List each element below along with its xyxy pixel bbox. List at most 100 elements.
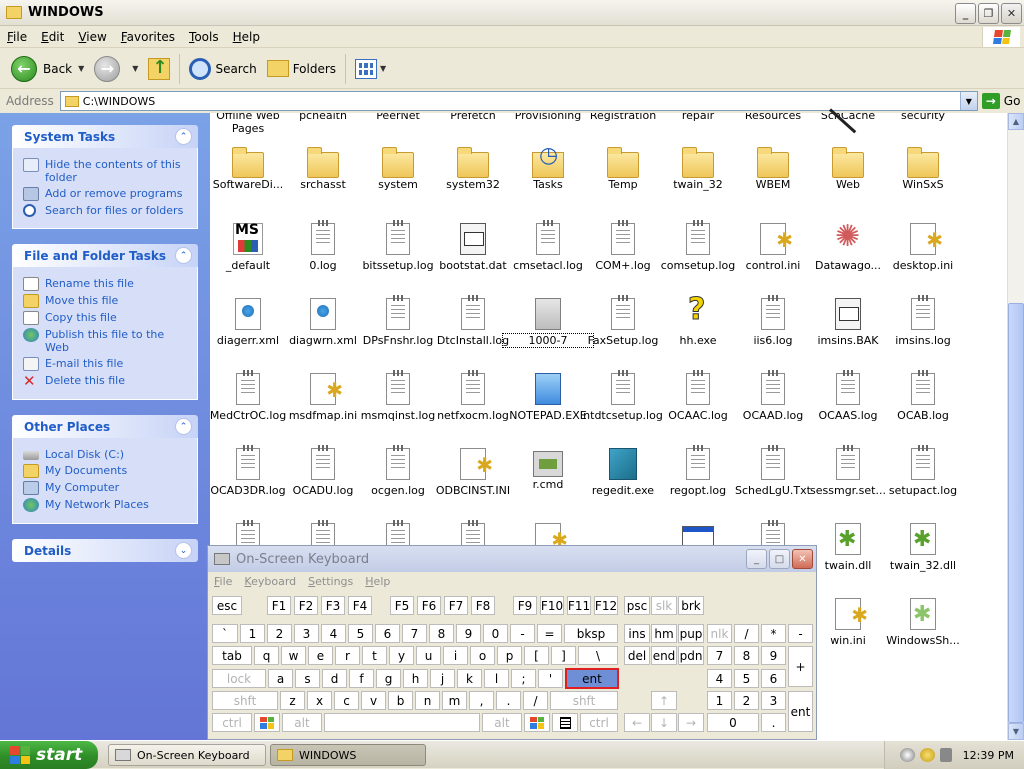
other-places-header[interactable]: Other Places ⌃ [12,415,198,438]
key-close-bracket[interactable]: ] [551,646,576,665]
folder-item[interactable]: security [878,113,968,122]
task-copy[interactable]: Copy this file [23,311,191,325]
key-left-windows[interactable] [254,713,280,732]
key-right-windows[interactable] [524,713,550,732]
task-move[interactable]: Move this file [23,294,191,308]
go-button[interactable]: → Go [981,93,1020,109]
place-my-computer[interactable]: My Computer [23,481,191,495]
menu-file[interactable]: File [0,30,34,44]
scroll-up-button[interactable]: ▲ [1008,113,1024,130]
file-item[interactable]: twain_32.dll [878,523,968,572]
search-button[interactable]: Search [184,53,261,85]
key-w[interactable]: w [281,646,306,665]
key-y[interactable]: y [389,646,414,665]
file-item[interactable]: imsins.log [878,295,968,347]
key-num-2[interactable]: 2 [734,691,759,710]
key-e[interactable]: e [308,646,333,665]
key-f12[interactable]: F12 [594,596,618,615]
key-f3[interactable]: F3 [321,596,345,615]
key-brk[interactable]: brk [678,596,704,615]
osk-titlebar[interactable]: On-Screen Keyboard _ □ ✕ [208,546,816,572]
key-end[interactable]: end [651,646,677,665]
key-d[interactable]: d [322,669,347,688]
taskbar-item-osk[interactable]: On-Screen Keyboard [108,744,266,766]
key-quote[interactable]: ' [538,669,563,688]
key-ins[interactable]: ins [624,624,650,643]
key-equals[interactable]: = [537,624,562,643]
task-hide-contents[interactable]: Hide the contents of this folder [23,158,191,184]
key-q[interactable]: q [254,646,279,665]
key-num-3[interactable]: 3 [761,691,786,710]
key-num-7[interactable]: 7 [707,646,732,665]
key-backspace[interactable]: bksp [564,624,618,643]
key-num-8[interactable]: 8 [734,646,759,665]
task-add-remove-programs[interactable]: Add or remove programs [23,187,191,201]
osk-close-button[interactable]: ✕ [792,549,813,569]
key-backslash[interactable]: \ [578,646,618,665]
key-i[interactable]: i [443,646,468,665]
key-v[interactable]: v [361,691,386,710]
back-button[interactable]: ← Back ▼ [6,53,89,85]
key-h[interactable]: h [403,669,428,688]
folders-button[interactable]: Folders [262,53,341,85]
menu-edit[interactable]: Edit [34,30,71,44]
maximize-button[interactable]: ❐ [978,3,999,24]
key-arrow-up[interactable]: ↑ [651,691,677,710]
start-button[interactable]: start [0,741,98,769]
key-num-6[interactable]: 6 [761,669,786,688]
key-period[interactable]: . [496,691,521,710]
key-num-decimal[interactable]: . [761,713,786,732]
key-slk[interactable]: slk [651,596,677,615]
key-arrow-left[interactable]: ← [624,713,650,732]
key-tab[interactable]: tab [212,646,252,665]
key-menu[interactable] [552,713,578,732]
taskbar-item-windows-folder[interactable]: WINDOWS [270,744,426,766]
chevron-up-icon[interactable]: ⌃ [175,128,192,145]
key-t[interactable]: t [362,646,387,665]
key-pgdn[interactable]: pdn [678,646,704,665]
file-item[interactable]: desktop.ini [878,223,968,272]
file-folder-tasks-header[interactable]: File and Folder Tasks ⌃ [12,244,198,267]
task-publish-web[interactable]: Publish this file to the Web [23,328,191,354]
chevron-up-icon[interactable]: ⌃ [175,247,192,264]
key-r[interactable]: r [335,646,360,665]
address-input[interactable]: C:\WINDOWS ▼ [59,91,978,111]
osk-menu-keyboard[interactable]: Keyboard [238,575,302,588]
chevron-up-icon[interactable]: ⌃ [175,418,192,435]
key-num-1[interactable]: 1 [707,691,732,710]
osk-maximize-button[interactable]: □ [769,549,790,569]
key-comma[interactable]: , [469,691,494,710]
chevron-down-icon[interactable]: ▼ [132,64,138,73]
key-left-ctrl[interactable]: ctrl [212,713,252,732]
scroll-thumb[interactable] [1008,303,1024,723]
key-a[interactable]: a [268,669,293,688]
speaker-icon[interactable] [939,748,952,762]
key-f2[interactable]: F2 [294,596,318,615]
key-0[interactable]: 0 [483,624,508,643]
key-enter[interactable]: ent [565,668,619,689]
task-search-files[interactable]: Search for files or folders [23,204,191,217]
key-esc[interactable]: esc [212,596,242,615]
tray-icon-1[interactable] [899,748,915,762]
key-f7[interactable]: F7 [444,596,468,615]
key-arrow-right[interactable]: → [678,713,704,732]
key-numlock[interactable]: nlk [707,624,732,643]
views-button[interactable]: ▼ [350,53,391,85]
place-local-disk[interactable]: Local Disk (C:) [23,448,191,461]
menu-view[interactable]: View [71,30,113,44]
key-capslock[interactable]: lock [212,669,266,688]
key-s[interactable]: s [295,669,320,688]
key-backtick[interactable]: ` [212,624,238,643]
key-9[interactable]: 9 [456,624,481,643]
key-c[interactable]: c [334,691,359,710]
key-f8[interactable]: F8 [471,596,495,615]
chevron-down-icon[interactable]: ▼ [380,64,386,73]
key-z[interactable]: z [280,691,305,710]
key-num-divide[interactable]: / [734,624,759,643]
key-left-shift[interactable]: shft [212,691,278,710]
file-item[interactable]: setupact.log [878,445,968,497]
key-m[interactable]: m [442,691,467,710]
key-f4[interactable]: F4 [348,596,372,615]
clock[interactable]: 12:39 PM [963,749,1014,762]
key-right-shift[interactable]: shft [550,691,618,710]
